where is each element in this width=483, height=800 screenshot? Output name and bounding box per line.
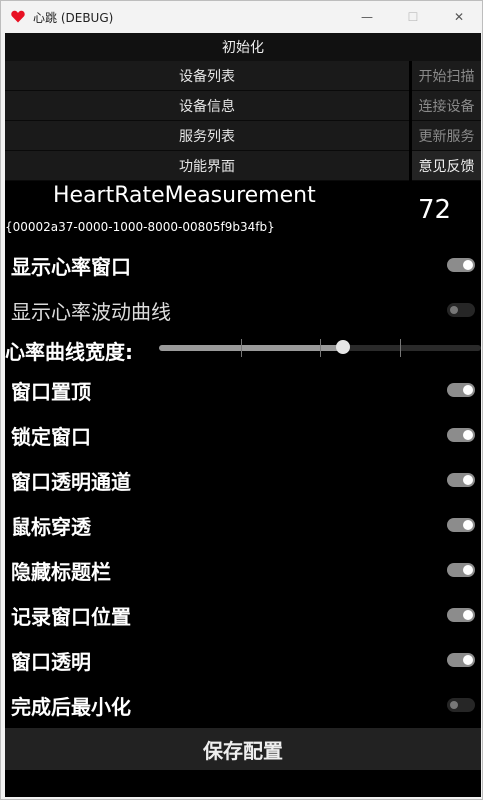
- setting-show-curve: 显示心率波动曲线: [5, 290, 481, 330]
- setting-label: 鼠标穿透: [11, 515, 91, 539]
- show-window-toggle[interactable]: [447, 258, 475, 272]
- remember-position-toggle[interactable]: [447, 608, 475, 622]
- slider-thumb[interactable]: [335, 340, 350, 354]
- transparent-toggle[interactable]: [447, 653, 475, 667]
- curve-width-label: 心率曲线宽度:: [5, 340, 133, 364]
- maximize-button[interactable]: ☐: [390, 1, 436, 33]
- setting-transparent-channel: 窗口透明通道: [5, 460, 481, 500]
- characteristic-name: HeartRateMeasurement: [53, 183, 316, 208]
- transparent-channel-toggle[interactable]: [447, 473, 475, 487]
- characteristic-uuid: {00002a37-0000-1000-8000-00805f9b34fb}: [5, 220, 275, 234]
- slider-tick: [241, 339, 242, 357]
- toggle-knob: [463, 430, 473, 440]
- setting-on-top: 窗口置顶: [5, 370, 481, 410]
- close-button[interactable]: ✕: [436, 1, 482, 33]
- setting-mouse-through: 鼠标穿透: [5, 505, 481, 545]
- save-config-button[interactable]: 保存配置: [5, 728, 481, 770]
- show-curve-toggle[interactable]: [447, 303, 475, 317]
- toggle-knob: [463, 260, 473, 270]
- setting-hide-titlebar: 隐藏标题栏: [5, 550, 481, 590]
- toggle-knob: [463, 655, 473, 665]
- toggle-knob: [463, 610, 473, 620]
- menu-function-view[interactable]: 功能界面: [5, 151, 409, 181]
- toggle-knob: [463, 385, 473, 395]
- menu-service-list[interactable]: 服务列表: [5, 121, 409, 151]
- toggle-knob: [450, 306, 458, 314]
- heart-rate-value: 72: [418, 195, 452, 225]
- toggle-knob: [463, 565, 473, 575]
- slider-tick: [400, 339, 401, 357]
- minimize-after-toggle[interactable]: [447, 698, 475, 712]
- window-title: 心跳 (DEBUG): [33, 11, 114, 25]
- left-menu: 设备列表 设备信息 服务列表 功能界面: [5, 61, 409, 181]
- setting-label: 显示心率波动曲线: [11, 300, 171, 324]
- menu-device-info[interactable]: 设备信息: [5, 91, 409, 121]
- init-button[interactable]: 初始化: [5, 33, 481, 61]
- close-icon: ✕: [453, 10, 465, 24]
- toggle-knob: [463, 475, 473, 485]
- setting-label: 窗口透明通道: [11, 470, 131, 494]
- setting-lock-window: 锁定窗口: [5, 415, 481, 455]
- setting-minimize-after: 完成后最小化: [5, 685, 481, 725]
- setting-remember-position: 记录窗口位置: [5, 595, 481, 635]
- on-top-toggle[interactable]: [447, 383, 475, 397]
- feedback-button[interactable]: 意见反馈: [412, 151, 481, 181]
- hide-titlebar-toggle[interactable]: [447, 563, 475, 577]
- mouse-through-toggle[interactable]: [447, 518, 475, 532]
- setting-label: 窗口透明: [11, 650, 91, 674]
- setting-label: 完成后最小化: [11, 695, 131, 719]
- setting-show-window: 显示心率窗口: [5, 245, 481, 285]
- curve-width-slider[interactable]: [159, 339, 481, 357]
- start-scan-button[interactable]: 开始扫描: [412, 61, 481, 91]
- app-window: 心跳 (DEBUG) — ☐ ✕ 初始化 设备列表 设备信息 服务列表 功能界面…: [0, 0, 483, 800]
- setting-label: 窗口置顶: [11, 380, 91, 404]
- lock-window-toggle[interactable]: [447, 428, 475, 442]
- setting-label: 记录窗口位置: [11, 605, 131, 629]
- setting-label: 隐藏标题栏: [11, 560, 111, 584]
- right-menu: 开始扫描 连接设备 更新服务 意见反馈: [412, 61, 481, 181]
- maximize-icon: ☐: [407, 10, 419, 24]
- minimize-button[interactable]: —: [344, 1, 390, 33]
- connect-device-button[interactable]: 连接设备: [412, 91, 481, 121]
- toggle-knob: [450, 701, 458, 709]
- minimize-icon: —: [361, 10, 373, 24]
- toggle-knob: [463, 520, 473, 530]
- setting-label: 锁定窗口: [11, 425, 91, 449]
- update-service-button[interactable]: 更新服务: [412, 121, 481, 151]
- slider-fill: [159, 345, 343, 351]
- setting-transparent: 窗口透明: [5, 640, 481, 680]
- title-bar[interactable]: 心跳 (DEBUG) — ☐ ✕: [1, 1, 482, 33]
- heart-icon: [11, 10, 25, 23]
- main-content: 初始化 设备列表 设备信息 服务列表 功能界面 开始扫描 连接设备 更新服务 意…: [5, 33, 481, 797]
- menu-device-list[interactable]: 设备列表: [5, 61, 409, 91]
- slider-tick: [320, 339, 321, 357]
- setting-label: 显示心率窗口: [11, 255, 131, 279]
